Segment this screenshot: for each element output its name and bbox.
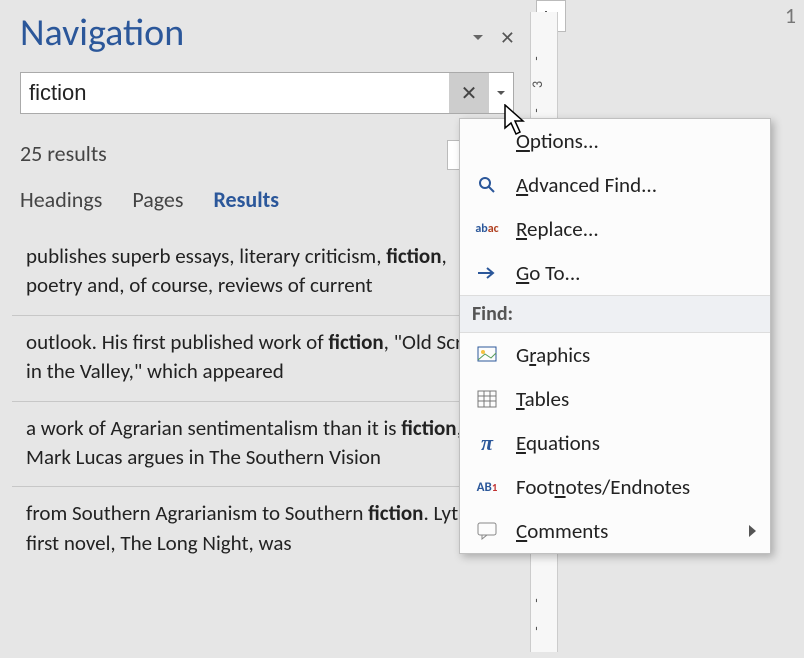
result-pre: from Southern Agrarianism to Southern: [26, 500, 368, 526]
nav-header: Navigation ✕: [0, 0, 525, 64]
nav-title: Navigation: [20, 10, 184, 56]
search-result[interactable]: a work of Agrarian sentimentalism than i…: [12, 402, 517, 488]
tab-headings[interactable]: Headings: [20, 186, 102, 213]
menu-label: Equations: [516, 430, 600, 456]
ruler-tick: -: [528, 56, 545, 60]
menu-label: Comments: [516, 518, 608, 544]
ruler-tick: -: [528, 626, 545, 630]
tab-pages[interactable]: Pages: [132, 186, 183, 213]
result-pre: a work of Agrarian sentimentalism than i…: [26, 415, 401, 441]
result-hit: fiction: [401, 415, 456, 441]
menu-label: Tables: [516, 386, 569, 412]
menu-graphics[interactable]: Graphics: [460, 333, 770, 377]
menu-label: Footnotes/Endnotes: [516, 474, 690, 500]
clear-search-button[interactable]: ✕: [449, 73, 489, 113]
blank-icon: [474, 130, 500, 152]
search-input[interactable]: [21, 76, 449, 110]
chevron-down-icon: [497, 91, 505, 95]
menu-tables[interactable]: Tables: [460, 377, 770, 421]
footnote-icon: AB1: [474, 476, 500, 498]
result-count: 25 results: [20, 140, 107, 167]
menu-label: Advanced Find...: [516, 172, 657, 198]
results-list: publishes superb essays, literary critic…: [12, 230, 517, 572]
nav-tabs: Headings Pages Results: [20, 186, 279, 213]
search-result[interactable]: publishes superb essays, literary critic…: [12, 230, 517, 316]
menu-replace[interactable]: abac Replace...: [460, 207, 770, 251]
search-icon: [474, 174, 500, 196]
tab-results[interactable]: Results: [213, 186, 279, 213]
menu-comments[interactable]: Comments: [460, 509, 770, 553]
menu-label: Graphics: [516, 342, 590, 368]
arrow-right-icon: [474, 262, 500, 284]
menu-goto[interactable]: Go To...: [460, 251, 770, 295]
menu-equations[interactable]: π Equations: [460, 421, 770, 465]
menu-label: Go To...: [516, 260, 580, 286]
ruler-mark: 3: [529, 81, 546, 88]
search-result[interactable]: from Southern Agrarianism to Southern fi…: [12, 487, 517, 572]
result-hit: fiction: [386, 243, 441, 269]
pane-options-caret[interactable]: [473, 35, 483, 40]
search-options-menu: Options... Advanced Find... abac Replace…: [459, 118, 771, 554]
comment-icon: [474, 520, 500, 542]
chevron-right-icon: [749, 525, 756, 537]
navigation-pane: Navigation ✕ ✕ 25 results Headings Pages…: [0, 0, 525, 658]
search-options-dropdown[interactable]: [489, 91, 513, 95]
result-pre: publishes superb essays, literary critic…: [26, 243, 386, 269]
result-hit: fiction: [328, 329, 383, 355]
menu-footnotes[interactable]: AB1 Footnotes/Endnotes: [460, 465, 770, 509]
graphics-icon: [474, 344, 500, 366]
search-box[interactable]: ✕: [20, 72, 514, 114]
mouse-cursor: [504, 104, 530, 136]
result-hit: fiction: [368, 500, 423, 526]
equation-icon: π: [474, 432, 500, 454]
result-pre: outlook. His first published work of: [26, 329, 328, 355]
menu-label: Replace...: [516, 216, 599, 242]
replace-icon: abac: [474, 218, 500, 240]
close-pane-button[interactable]: ✕: [500, 27, 515, 49]
menu-advanced-find[interactable]: Advanced Find...: [460, 163, 770, 207]
table-icon: [474, 388, 500, 410]
page-indicator: 1: [785, 2, 796, 29]
menu-find-heading: Find:: [460, 295, 770, 333]
search-result[interactable]: outlook. His first published work of fic…: [12, 316, 517, 402]
ruler-tick: -: [528, 108, 545, 112]
ruler-tick: -: [528, 598, 545, 602]
